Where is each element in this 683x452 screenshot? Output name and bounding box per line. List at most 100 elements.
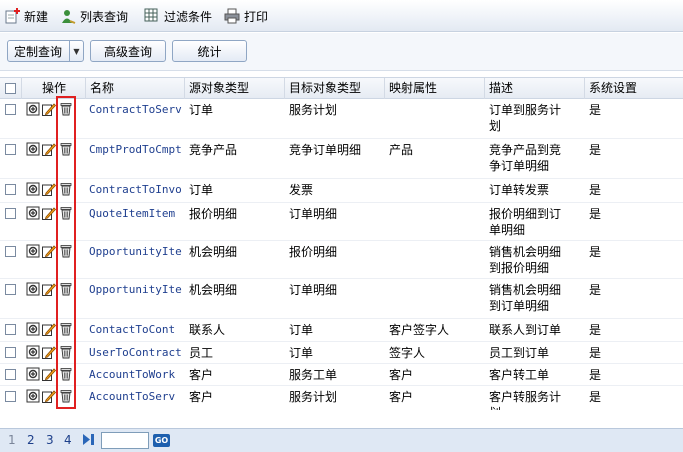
- row-checkbox[interactable]: [5, 369, 16, 380]
- row-checkbox[interactable]: [5, 144, 16, 155]
- row-name-link[interactable]: AccountToServ: [89, 389, 183, 405]
- edit-pencil-icon[interactable]: [42, 206, 57, 220]
- view-detail-icon[interactable]: [26, 206, 40, 220]
- column-header-system-setting[interactable]: 系统设置: [584, 78, 683, 99]
- view-detail-icon[interactable]: [26, 102, 40, 116]
- row-checkbox[interactable]: [5, 284, 16, 295]
- list-query-button[interactable]: 列表查询: [60, 7, 128, 25]
- table-row[interactable]: QuoteItemItem 报价明细 订单明细 报价明细到订 单明细 是: [0, 203, 683, 241]
- row-description: 订单到服务计划: [489, 102, 581, 134]
- table-row[interactable]: OpportunityIte 机会明细 报价明细 销售机会明细 到报价明细 是: [0, 241, 683, 279]
- row-name-link[interactable]: ContactToCont: [89, 322, 183, 338]
- print-label: 打印: [244, 9, 269, 24]
- row-target-type: 服务计划: [289, 390, 338, 404]
- row-checkbox[interactable]: [5, 208, 16, 219]
- row-system-setting: 是: [589, 183, 602, 197]
- page-number-input[interactable]: [101, 432, 149, 449]
- view-detail-icon[interactable]: [26, 389, 40, 403]
- statistics-button[interactable]: 统计: [172, 40, 247, 62]
- chevron-down-icon[interactable]: ▼: [69, 41, 83, 61]
- row-target-type: 服务工单: [289, 368, 338, 382]
- table-row[interactable]: AccountToWork 客户 服务工单 客户 客户转工单 是: [0, 364, 683, 386]
- row-name-link[interactable]: UserToContract: [89, 345, 183, 361]
- edit-pencil-icon[interactable]: [42, 182, 57, 196]
- filter-button[interactable]: 过滤条件: [144, 7, 212, 25]
- edit-pencil-icon[interactable]: [42, 142, 57, 156]
- grid-filter-icon: [144, 8, 160, 24]
- edit-pencil-icon[interactable]: [42, 322, 57, 336]
- new-button[interactable]: 新建: [4, 7, 48, 25]
- row-system-setting: 是: [589, 103, 602, 117]
- row-name-link[interactable]: ContractToInvo: [89, 182, 183, 198]
- table-row[interactable]: CmptProdToCmpt 竞争产品 竞争订单明细 产品 竞争产品到竞 争订单明…: [0, 139, 683, 179]
- column-header-mapping-attr[interactable]: 映射属性: [384, 78, 484, 99]
- table-row[interactable]: AccountToServ 客户 服务计划 客户 客户转服务计划 是: [0, 386, 683, 410]
- row-description-line: 订单转发票: [489, 183, 550, 197]
- print-button[interactable]: 打印: [224, 7, 268, 25]
- row-system-setting: 是: [589, 368, 602, 382]
- edit-pencil-icon[interactable]: [42, 102, 57, 116]
- row-system-setting: 是: [589, 245, 602, 259]
- edit-pencil-icon[interactable]: [42, 282, 57, 296]
- edit-pencil-icon[interactable]: [42, 244, 57, 258]
- page-link-2[interactable]: 2: [27, 433, 35, 447]
- row-description: 客户转服务计划: [489, 389, 581, 410]
- custom-query-label: 定制查询: [14, 44, 63, 59]
- select-all-checkbox[interactable]: [5, 83, 16, 94]
- row-target-type: 竞争订单明细: [289, 143, 362, 157]
- row-checkbox[interactable]: [5, 184, 16, 195]
- row-description-line: 客户转工单: [489, 368, 550, 382]
- edit-pencil-icon[interactable]: [42, 367, 57, 381]
- view-detail-icon[interactable]: [26, 322, 40, 336]
- row-checkbox[interactable]: [5, 246, 16, 257]
- row-description: 客户转工单: [489, 367, 581, 383]
- row-description: 订单转发票: [489, 182, 581, 198]
- row-description-line: 划: [489, 405, 581, 410]
- row-source-type: 订单: [189, 183, 214, 197]
- row-name-link[interactable]: QuoteItemItem: [89, 206, 183, 222]
- edit-pencil-icon[interactable]: [42, 345, 57, 359]
- last-page-icon[interactable]: [82, 433, 95, 449]
- row-name-link[interactable]: ContractToServ: [89, 102, 183, 118]
- row-target-type: 发票: [289, 183, 314, 197]
- page-link-3[interactable]: 3: [46, 433, 54, 447]
- row-name-link[interactable]: OpportunityIte: [89, 282, 183, 298]
- query-button-row: 定制查询 ▼ 高级查询 统计: [0, 33, 683, 71]
- row-description-line: 销售机会明细: [489, 283, 562, 297]
- go-button[interactable]: GO: [153, 434, 170, 447]
- row-checkbox[interactable]: [5, 347, 16, 358]
- view-detail-icon[interactable]: [26, 345, 40, 359]
- column-header-name[interactable]: 名称: [85, 78, 184, 99]
- table-row[interactable]: ContractToServ 订单 服务计划 订单到服务计划 是: [0, 99, 683, 139]
- row-checkbox[interactable]: [5, 324, 16, 335]
- row-source-type: 报价明细: [189, 207, 238, 221]
- custom-query-dropdown[interactable]: 定制查询 ▼: [7, 40, 84, 62]
- table-row[interactable]: OpportunityIte 机会明细 订单明细 销售机会明细 到订单明细 是: [0, 279, 683, 319]
- row-source-type: 客户: [189, 390, 214, 404]
- column-header-target-type[interactable]: 目标对象类型: [284, 78, 384, 99]
- printer-icon: [224, 8, 240, 24]
- row-name-link[interactable]: AccountToWork: [89, 367, 183, 383]
- row-checkbox[interactable]: [5, 391, 16, 402]
- column-header-description[interactable]: 描述: [484, 78, 584, 99]
- row-name-link[interactable]: OpportunityIte: [89, 244, 183, 260]
- table-row[interactable]: UserToContract 员工 订单 签字人 员工到订单 是: [0, 342, 683, 364]
- row-description: 销售机会明细 到报价明细: [489, 244, 581, 276]
- view-detail-icon[interactable]: [26, 282, 40, 296]
- view-detail-icon[interactable]: [26, 367, 40, 381]
- page-link-4[interactable]: 4: [64, 433, 72, 447]
- filter-label: 过滤条件: [164, 9, 213, 24]
- table-row[interactable]: ContactToCont 联系人 订单 客户签字人 联系人到订单 是: [0, 319, 683, 342]
- view-detail-icon[interactable]: [26, 182, 40, 196]
- table-row[interactable]: ContractToInvo 订单 发票 订单转发票 是: [0, 179, 683, 203]
- advanced-query-button[interactable]: 高级查询: [90, 40, 166, 62]
- column-header-source-type[interactable]: 源对象类型: [184, 78, 284, 99]
- row-source-type: 机会明细: [189, 245, 238, 259]
- row-name-link[interactable]: CmptProdToCmpt: [89, 142, 183, 158]
- view-detail-icon[interactable]: [26, 244, 40, 258]
- table-header: 操作 名称 源对象类型 目标对象类型 映射属性 描述 系统设置: [0, 77, 683, 99]
- row-checkbox[interactable]: [5, 104, 16, 115]
- edit-pencil-icon[interactable]: [42, 389, 57, 403]
- row-description-line: 到报价明细: [489, 261, 550, 275]
- view-detail-icon[interactable]: [26, 142, 40, 156]
